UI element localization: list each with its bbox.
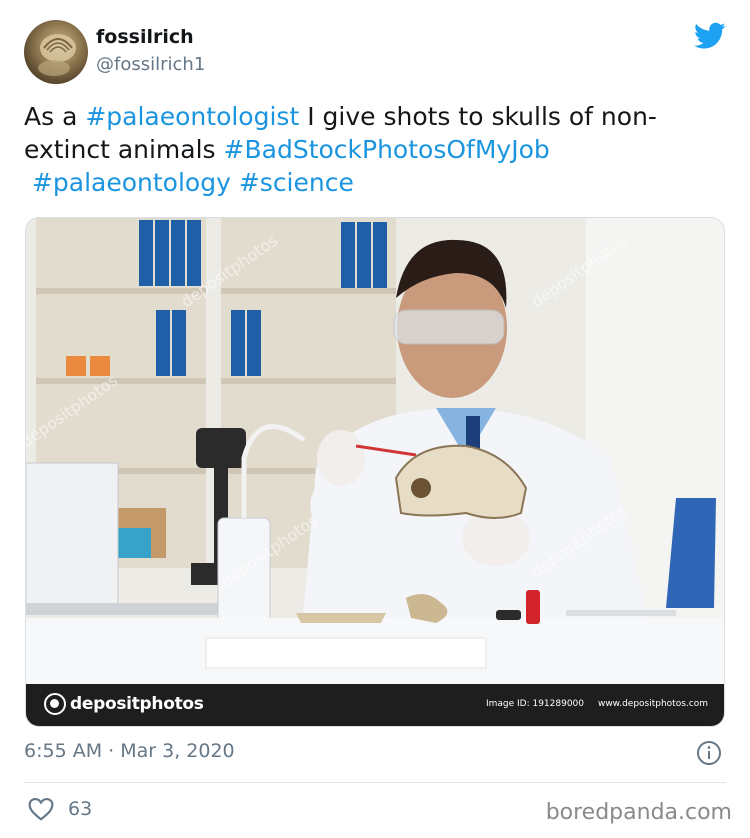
depositphotos-icon: [44, 693, 66, 715]
image-id: Image ID: 191289000: [485, 699, 584, 709]
stock-photo-scene: depositphotos depositphotos depositphoto…: [26, 218, 724, 726]
twitter-bird-icon[interactable]: [694, 22, 726, 50]
hashtag-link[interactable]: #science: [239, 168, 354, 197]
avatar[interactable]: [24, 20, 88, 84]
brand-name: depositphotos: [70, 694, 204, 714]
like-count: 63: [68, 798, 93, 820]
user-handle[interactable]: @fossilrich1: [96, 54, 205, 75]
divider: [24, 782, 726, 783]
depositphotos-logo: depositphotos: [44, 693, 204, 715]
tweet-header: fossilrich @fossilrich1: [24, 20, 726, 84]
boredpanda-watermark: boredpanda.com: [545, 800, 732, 825]
tweet-text-part: As a: [24, 102, 86, 131]
heart-icon[interactable]: [28, 797, 54, 821]
brand-url: www.depositphotos.com: [597, 699, 708, 709]
hashtag-link[interactable]: #palaeontologist: [85, 102, 299, 131]
tweet-text: As a #palaeontologist I give shots to sk…: [24, 100, 724, 199]
stock-photo-banner: depositphotos Image ID: 191289000 www.de…: [26, 684, 724, 726]
hashtag-link[interactable]: #palaeontology: [32, 168, 231, 197]
display-name[interactable]: fossilrich: [96, 26, 194, 48]
tweet-timestamp[interactable]: 6:55 AM · Mar 3, 2020: [24, 740, 235, 762]
tweet-photo[interactable]: depositphotos depositphotos depositphoto…: [25, 217, 725, 727]
info-icon[interactable]: [696, 740, 722, 766]
hashtag-link[interactable]: #BadStockPhotosOfMyJob: [224, 135, 550, 164]
